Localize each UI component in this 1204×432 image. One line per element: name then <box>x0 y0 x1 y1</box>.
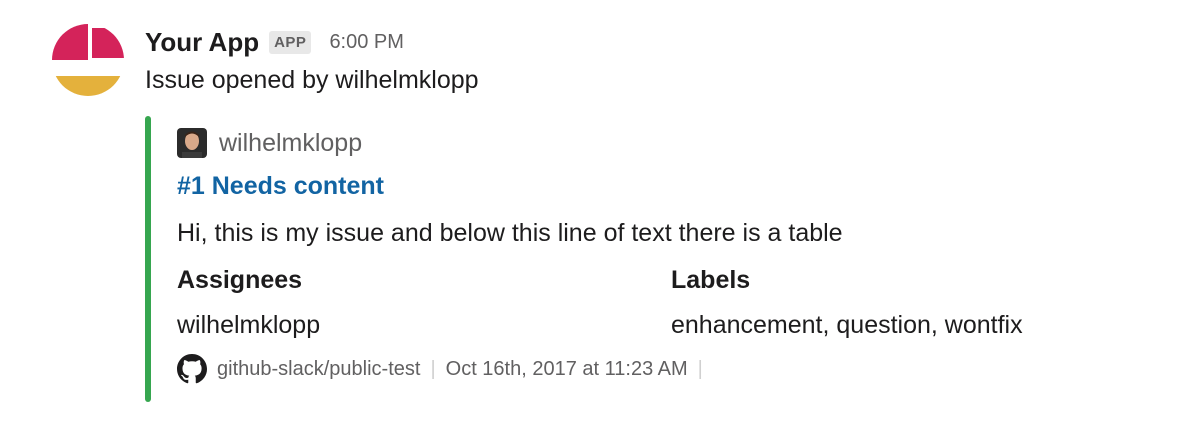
github-icon <box>177 354 207 384</box>
footer-timestamp[interactable]: Oct 16th, 2017 at 11:23 AM <box>446 358 688 381</box>
app-badge: APP <box>269 30 312 54</box>
author-avatar-icon <box>177 128 207 158</box>
footer-separator: | <box>697 357 703 380</box>
author-avatar[interactable] <box>177 128 207 158</box>
message-text: Issue opened by wilhelmklopp <box>145 66 479 94</box>
message-header: Your App APP 6:00 PM <box>145 24 1165 60</box>
field-value: wilhelmklopp <box>177 311 321 339</box>
author-name[interactable]: wilhelmklopp <box>219 129 362 158</box>
attachment-color-bar <box>145 116 151 402</box>
footer-separator: | <box>430 357 436 380</box>
field-title: Assignees <box>177 266 303 294</box>
app-logo-icon <box>52 24 124 96</box>
app-name[interactable]: Your App <box>145 27 259 58</box>
footer-repo[interactable]: github-slack/public-test <box>217 358 420 381</box>
attachment-footer: github-slack/public-test | Oct 16th, 201… <box>177 354 713 384</box>
app-avatar[interactable] <box>52 24 124 96</box>
message-timestamp[interactable]: 6:00 PM <box>329 31 403 54</box>
field-value: enhancement, question, wontfix <box>671 311 1023 339</box>
attachment-title-link[interactable]: #1 Needs content <box>177 172 384 201</box>
field-title: Labels <box>671 266 751 294</box>
attachment: wilhelmklopp #1 Needs content Hi, this i… <box>145 116 1145 402</box>
field-assignees: Assignees wilhelmklopp <box>177 266 320 340</box>
field-labels: Labels enhancement, question, wontfix <box>671 266 1023 340</box>
attachment-text: Hi, this is my issue and below this line… <box>177 219 843 247</box>
attachment-author: wilhelmklopp <box>177 128 362 158</box>
message-content: Your App APP 6:00 PM Issue opened by wil… <box>145 24 1165 402</box>
